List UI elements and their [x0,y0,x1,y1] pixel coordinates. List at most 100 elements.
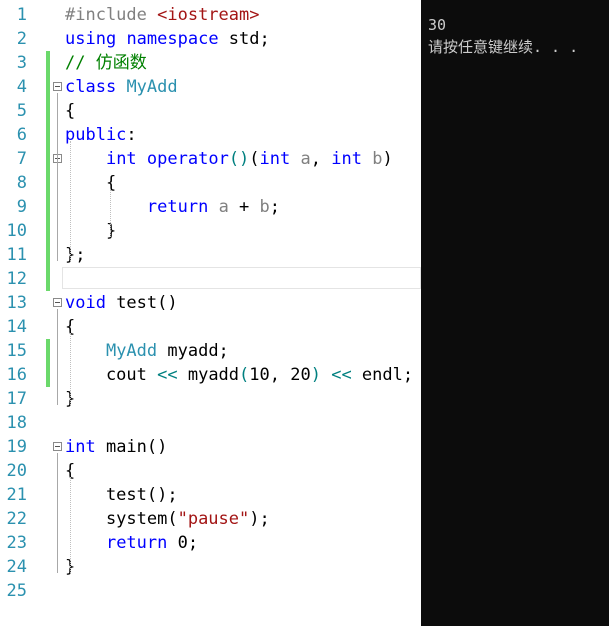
code-text: int operator()(int a, int b) [65,147,393,171]
code-line[interactable]: 3 // 仿函数 [0,51,421,75]
current-line-highlight [62,267,421,289]
code-token: operator [146,149,229,169]
code-text: public: [65,123,137,147]
code-text: } [65,219,116,243]
code-line[interactable]: 20{ [0,459,421,483]
code-line[interactable]: 9 return a + b; [0,195,421,219]
code-token: <iostream> [157,5,260,25]
code-line[interactable]: 5{ [0,99,421,123]
console-prompt: 请按任意键继续. . . [428,38,579,56]
code-text: system("pause"); [65,507,270,531]
line-number: 22 [6,509,27,529]
code-token: namespace [126,29,219,49]
code-token: class [65,77,117,97]
line-number: 1 [16,5,27,25]
code-line[interactable]: 24} [0,555,421,579]
collapse-icon[interactable] [53,298,62,307]
indent-guide [70,333,71,405]
code-line[interactable]: 15 MyAdd myadd; [0,339,421,363]
collapse-icon[interactable] [53,82,62,91]
code-token: std; [218,29,270,49]
code-text: void test() [65,291,178,315]
change-indicator-bar [46,339,50,363]
line-number: 14 [6,317,27,337]
line-number: 4 [16,77,27,97]
change-indicator-bar [46,363,50,387]
code-text: { [65,99,75,123]
change-indicator-bar [46,51,50,75]
code-token: myadd [177,365,240,385]
code-token: test(); [65,485,178,505]
code-token: ( [249,149,260,169]
code-token: public [65,125,127,145]
code-line[interactable]: 18 [0,411,421,435]
code-line[interactable]: 7 int operator()(int a, int b) [0,147,421,171]
indent-guide [70,477,71,573]
code-line[interactable]: 14{ [0,315,421,339]
code-text: int main() [65,435,167,459]
line-number: 18 [6,413,27,433]
code-token: endl; [351,365,414,385]
code-line[interactable]: 21 test(); [0,483,421,507]
code-token: + [228,197,260,217]
code-token: MyAdd [126,77,178,97]
code-line[interactable]: 6 public: [0,123,421,147]
code-line[interactable]: 2 using namespace std; [0,27,421,51]
change-indicator-bar [46,123,50,147]
code-token: "pause" [177,509,250,529]
code-token: main() [95,437,168,457]
line-number: 19 [6,437,27,457]
code-token: #include [65,5,158,25]
line-number: 8 [16,173,27,193]
code-token: : [126,125,137,145]
code-token: ); [249,509,270,529]
code-text: // 仿函数 [65,51,147,75]
code-line[interactable]: 10 } [0,219,421,243]
code-line[interactable]: 12 [0,267,421,291]
collapse-icon[interactable] [53,442,62,451]
code-token: << [157,365,178,385]
line-number: 13 [6,293,27,313]
code-editor[interactable]: 1 #include <iostream> 2 using namespace std… [0,0,421,626]
code-line[interactable]: 16 cout << myadd(10, 20) << endl; [0,363,421,387]
code-token: () [228,149,250,169]
code-line[interactable]: 13 void test() [0,291,421,315]
change-indicator-bar [46,243,50,267]
code-line[interactable]: 25 [0,579,421,603]
code-line[interactable]: 22 system("pause"); [0,507,421,531]
fold-bracket [57,453,58,573]
code-token: } [65,221,117,241]
line-number: 20 [6,461,27,481]
code-token: b [259,197,270,217]
code-token: 10, 20 [249,365,311,385]
line-number: 17 [6,389,27,409]
code-token: // 仿函数 [65,53,147,73]
code-line[interactable]: 1 #include <iostream> [0,3,421,27]
line-number: 3 [16,53,27,73]
code-text: cout << myadd(10, 20) << endl; [65,363,413,387]
code-line[interactable]: 19 int main() [0,435,421,459]
code-token: MyAdd [105,341,158,361]
code-token: a [218,197,229,217]
code-token: int [65,437,96,457]
code-token: using [65,29,117,49]
code-line[interactable]: 23 return 0; [0,531,421,555]
line-number: 9 [16,197,27,217]
line-number: 2 [16,29,27,49]
change-indicator-bar [46,219,50,243]
indent-guide [70,141,71,261]
code-line[interactable]: 8 { [0,171,421,195]
code-line[interactable]: 11}; [0,243,421,267]
code-line[interactable]: 4 class MyAdd [0,75,421,99]
code-line[interactable]: 17} [0,387,421,411]
change-indicator-bar [46,75,50,99]
